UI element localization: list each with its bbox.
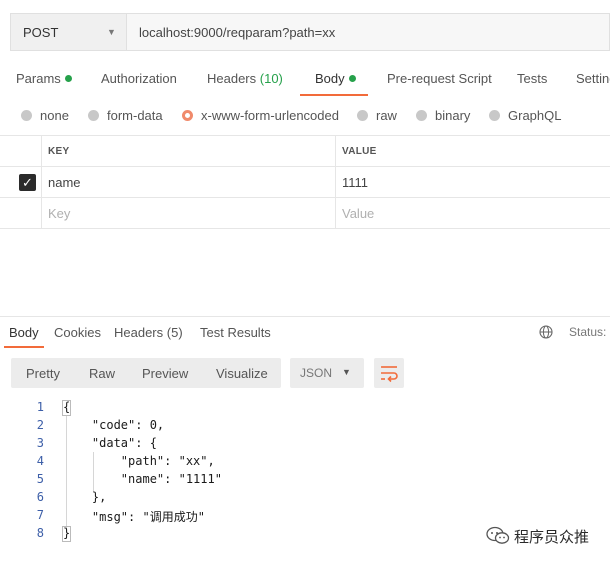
code-line: } <box>63 526 71 540</box>
view-raw[interactable]: Raw <box>89 366 115 381</box>
line-number: 4 <box>36 454 44 468</box>
panel-divider <box>0 316 610 317</box>
code-line: "code": 0, <box>63 418 165 432</box>
view-preview[interactable]: Preview <box>142 366 188 381</box>
line-number: 6 <box>36 490 44 504</box>
wrap-lines-button[interactable] <box>374 358 404 388</box>
radio-raw-label: raw <box>376 108 397 123</box>
radio-circle-icon <box>489 110 500 121</box>
radio-urlencoded[interactable]: x-www-form-urlencoded <box>182 108 339 123</box>
view-visualize[interactable]: Visualize <box>216 366 268 381</box>
radio-circle-icon <box>21 110 32 121</box>
tab-body[interactable]: Body <box>315 71 356 86</box>
method-label: POST <box>23 25 59 40</box>
tab-settings[interactable]: Setting <box>576 71 610 86</box>
line-number: 7 <box>36 508 44 522</box>
tab-headers-count: (10) <box>259 71 283 86</box>
chevron-down-icon: ▼ <box>107 27 116 37</box>
radio-none-label: none <box>40 108 69 123</box>
line-number: 2 <box>36 418 44 432</box>
code-line: "data": { <box>63 436 157 450</box>
globe-icon[interactable] <box>539 325 553 339</box>
active-tab-indicator <box>4 346 44 348</box>
tab-body-label: Body <box>315 71 345 86</box>
status-label: Status: <box>569 325 607 339</box>
response-tab-headers[interactable]: Headers (5) <box>114 325 183 340</box>
watermark: 程序员众推 <box>486 526 589 547</box>
code-line: "msg": "调用成功" <box>63 510 205 524</box>
radio-circle-icon <box>416 110 427 121</box>
row-checkbox[interactable]: ✓ <box>19 174 36 191</box>
view-pretty[interactable]: Pretty <box>26 366 60 381</box>
radio-raw[interactable]: raw <box>357 108 397 123</box>
code-line: "path": "xx", <box>63 454 215 468</box>
response-headers-count: (5) <box>166 325 183 340</box>
tab-tests[interactable]: Tests <box>517 71 547 86</box>
radio-form-data-label: form-data <box>107 108 163 123</box>
radio-form-data[interactable]: form-data <box>88 108 163 123</box>
radio-binary[interactable]: binary <box>416 108 470 123</box>
chevron-down-icon: ▼ <box>342 367 351 377</box>
code-line: "name": "1111" <box>63 472 222 486</box>
tab-headers-label: Headers <box>207 71 257 86</box>
line-number: 1 <box>36 400 44 414</box>
response-tab-body[interactable]: Body <box>9 325 39 340</box>
status-dot-icon <box>348 75 356 82</box>
table-divider <box>335 135 336 228</box>
status-dot-icon <box>64 75 72 82</box>
line-number: 8 <box>36 526 44 540</box>
response-tab-headers-label: Headers <box>114 325 164 340</box>
active-tab-indicator <box>300 94 368 96</box>
param-key-cell[interactable]: name <box>48 175 81 190</box>
table-divider <box>41 135 42 228</box>
new-key-input[interactable]: Key <box>48 206 70 221</box>
table-border <box>0 197 610 198</box>
table-border <box>0 228 610 229</box>
new-value-input[interactable]: Value <box>342 206 374 221</box>
method-select[interactable]: POST ▼ <box>10 13 126 51</box>
radio-circle-icon <box>88 110 99 121</box>
format-select[interactable]: JSON ▼ <box>290 358 364 388</box>
param-value-cell[interactable]: 1111 <box>342 175 368 190</box>
radio-binary-label: binary <box>435 108 471 123</box>
url-input[interactable]: localhost:9000/reqparam?path=xx <box>126 13 610 51</box>
radio-circle-icon <box>357 110 368 121</box>
code-line: { <box>63 400 71 414</box>
column-header-key: KEY <box>48 146 70 157</box>
tab-params[interactable]: Params <box>16 71 72 86</box>
url-text: localhost:9000/reqparam?path=xx <box>139 25 336 40</box>
table-border <box>0 135 610 136</box>
column-header-value: VALUE <box>342 146 377 157</box>
tab-params-label: Params <box>16 71 61 86</box>
tab-prerequest-script[interactable]: Pre-request Script <box>387 71 492 86</box>
radio-graphql-label: GraphQL <box>508 108 562 123</box>
tab-headers[interactable]: Headers (10) <box>207 71 283 86</box>
radio-graphql[interactable]: GraphQL <box>489 108 561 123</box>
response-tab-cookies[interactable]: Cookies <box>54 325 101 340</box>
line-number: 3 <box>36 436 44 450</box>
watermark-text: 程序员众推 <box>514 529 590 546</box>
wechat-icon <box>486 526 510 544</box>
code-line: }, <box>63 490 107 504</box>
wrap-lines-icon <box>381 366 398 383</box>
radio-selected-icon <box>182 110 193 121</box>
format-label: JSON <box>300 366 333 380</box>
radio-none[interactable]: none <box>21 108 69 123</box>
table-border <box>0 166 610 167</box>
line-number: 5 <box>36 472 44 486</box>
radio-urlencoded-label: x-www-form-urlencoded <box>201 108 339 123</box>
response-tab-test-results[interactable]: Test Results <box>200 325 271 340</box>
tab-authorization[interactable]: Authorization <box>101 71 177 86</box>
